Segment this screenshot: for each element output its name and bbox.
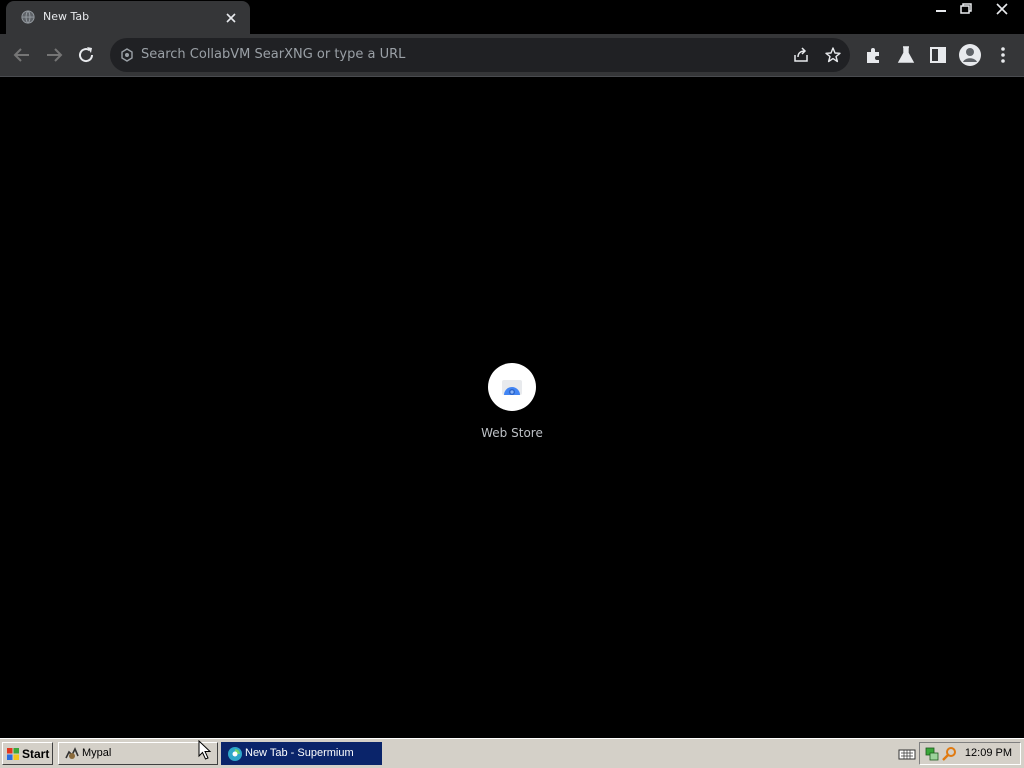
title-bar: New Tab [0,0,1024,34]
taskbar-item-label: New Tab - Supermium [245,747,354,759]
tab-new-tab[interactable]: New Tab [6,1,250,34]
mouse-cursor-icon [198,740,212,760]
close-icon[interactable] [222,9,240,27]
search-key-icon[interactable] [941,746,957,762]
minimize-icon[interactable] [929,0,953,18]
close-window-icon[interactable] [980,0,1024,18]
reload-icon[interactable] [74,43,98,67]
mypal-icon [65,747,79,759]
forward-arrow-icon[interactable] [42,43,66,67]
labs-flask-icon[interactable] [895,44,917,66]
supermium-icon [228,747,242,761]
search-engine-icon [121,48,133,62]
web-store-icon [502,380,522,395]
shortcut-web-store[interactable]: Web Store [470,363,554,447]
start-label: Start [22,747,50,761]
taskbar-item-mypal[interactable]: Mypal [58,742,218,765]
restore-icon[interactable] [953,0,977,18]
taskbar: Start Mypal New Tab - Supermium 12:09 PM [0,738,1024,768]
windows-logo-icon [7,748,19,760]
shortcut-label: Web Store [481,426,543,440]
star-icon[interactable] [824,46,842,64]
keyboard-icon[interactable] [898,745,916,763]
globe-icon [21,10,35,24]
start-button[interactable]: Start [2,742,53,765]
taskbar-item-supermium[interactable]: New Tab - Supermium [221,742,382,765]
system-tray: 12:09 PM [919,742,1021,765]
menu-kebab-icon[interactable] [992,44,1014,66]
taskbar-item-label: Mypal [82,747,112,759]
extensions-puzzle-icon[interactable] [863,44,885,66]
network-icon[interactable] [924,746,940,762]
new-tab-page: Web Store [0,77,1024,738]
tab-title: New Tab [43,10,90,23]
profile-avatar-icon[interactable] [958,43,982,67]
omnibox[interactable]: Search CollabVM SearXNG or type a URL [110,38,850,72]
back-arrow-icon[interactable] [10,43,34,67]
share-icon[interactable] [792,46,810,64]
omnibox-placeholder: Search CollabVM SearXNG or type a URL [141,47,406,62]
clock: 12:09 PM [964,747,1012,759]
shortcut-icon-circle [488,363,536,411]
side-panel-icon[interactable] [927,44,949,66]
browser-toolbar: Search CollabVM SearXNG or type a URL [0,34,1024,76]
